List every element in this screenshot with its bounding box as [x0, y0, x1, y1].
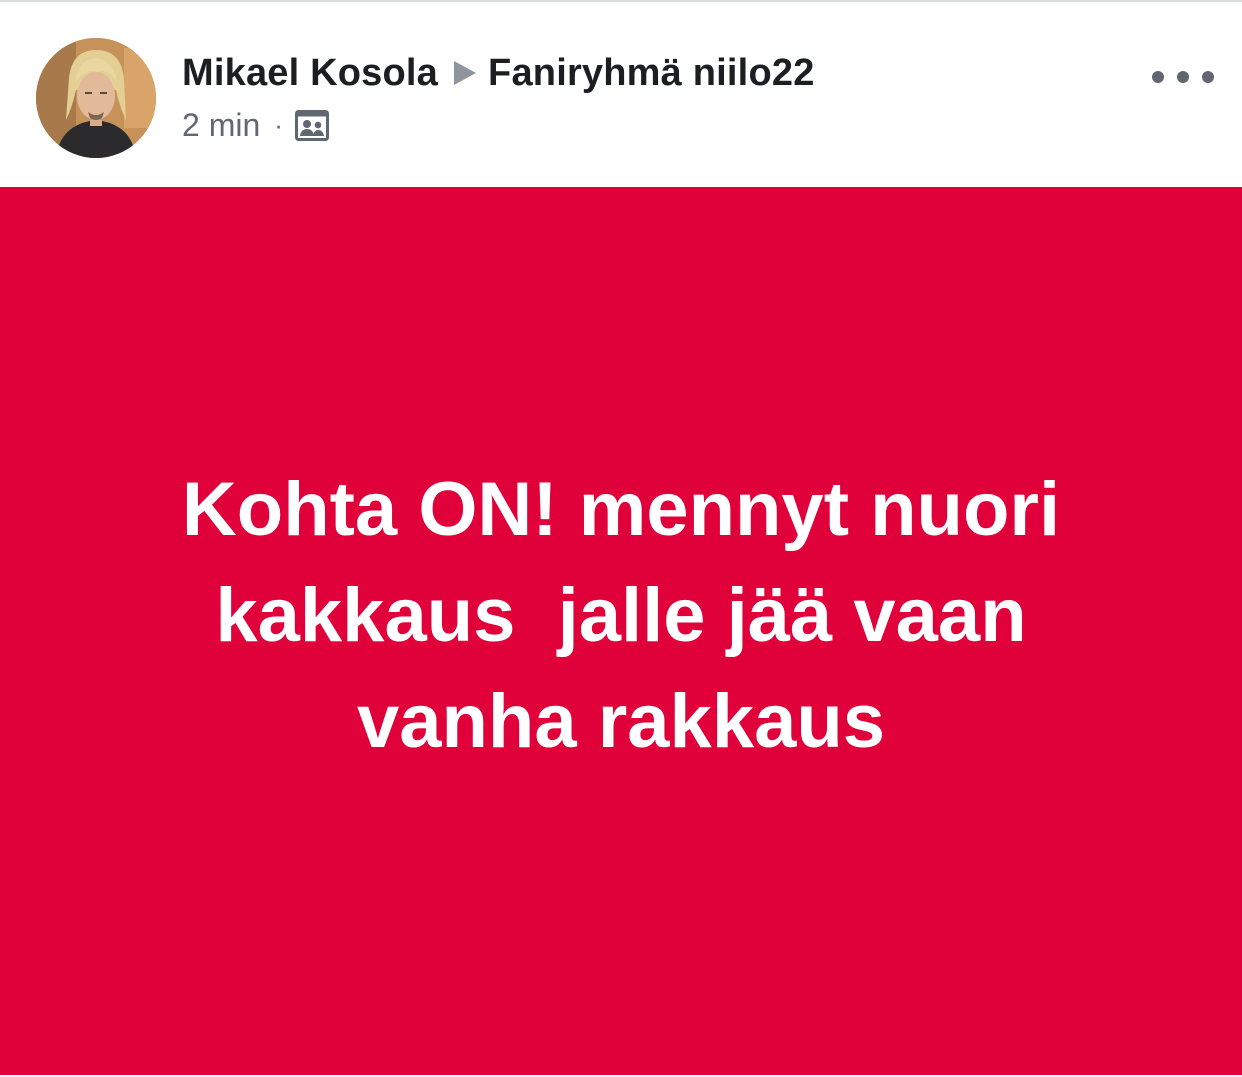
post-content-background[interactable]: Kohta ON! mennyt nuori kakkaus jalle jää… [0, 187, 1242, 1075]
post-text: Kohta ON! mennyt nuori kakkaus jalle jää… [181, 467, 1061, 764]
post-title-line: Mikael Kosola Faniryhmä niilo22 [182, 48, 815, 98]
author-avatar[interactable] [36, 38, 156, 158]
post-meta: 2 min · [182, 104, 329, 146]
more-dot [1152, 71, 1164, 83]
group-icon [294, 108, 329, 142]
avatar-photo [36, 38, 156, 158]
group-name-link[interactable]: Faniryhmä niilo22 [488, 52, 815, 95]
more-dot [1202, 71, 1214, 83]
meta-separator: · [274, 109, 283, 140]
more-dot [1177, 71, 1189, 83]
post-timestamp[interactable]: 2 min [182, 107, 260, 144]
shared-to-arrow-icon [454, 61, 477, 85]
author-name-link[interactable]: Mikael Kosola [182, 52, 438, 95]
feed-post: Mikael Kosola Faniryhmä niilo22 2 min · [0, 0, 1242, 1077]
post-header: Mikael Kosola Faniryhmä niilo22 2 min · [0, 2, 1242, 187]
more-options-icon[interactable] [1152, 60, 1214, 94]
